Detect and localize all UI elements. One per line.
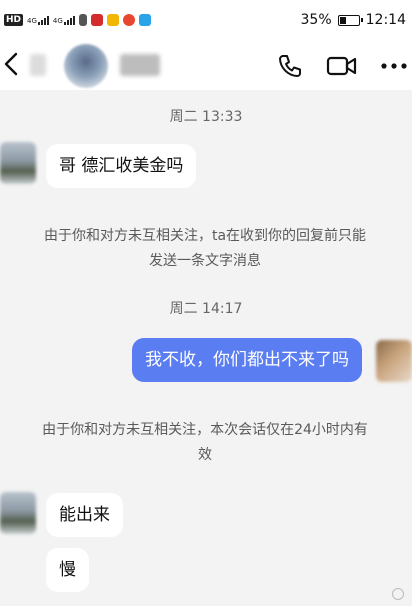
hd-badge: HD xyxy=(4,14,24,26)
blurred-element xyxy=(30,54,46,76)
phone-icon xyxy=(279,55,301,77)
more-dots-icon xyxy=(381,63,407,69)
weibo-icon xyxy=(122,14,135,26)
status-right: 35% 12:14 xyxy=(301,10,406,30)
chat-area[interactable]: 周二 13:33 哥 德汇收美金吗 由于你和对方未互相关注，ta在收到你的回复前… xyxy=(0,90,412,606)
my-avatar[interactable] xyxy=(376,340,412,382)
message-incoming[interactable]: 能出来 xyxy=(46,493,123,537)
back-button[interactable] xyxy=(2,50,28,80)
status-left-icons: HD 4G 4G xyxy=(4,10,151,30)
battery-icon xyxy=(337,14,363,26)
app-notification-icon-3 xyxy=(138,14,151,26)
signal-icon-2: 4G xyxy=(52,15,75,25)
timestamp: 周二 13:33 xyxy=(169,109,243,125)
video-camera-icon xyxy=(326,56,357,76)
message-incoming[interactable]: 哥 德汇收美金吗 xyxy=(46,144,197,188)
system-notice: 由于你和对方未互相关注，本次会话仅在24小时内有效 xyxy=(42,422,368,463)
voice-call-button[interactable] xyxy=(276,52,304,80)
app-notification-icon-2 xyxy=(106,14,119,26)
message-incoming[interactable]: 慢 xyxy=(46,548,89,592)
battery-fill xyxy=(339,16,346,24)
watermark-icon xyxy=(392,588,404,600)
system-notice: 由于你和对方未互相关注，ta在收到你的回复前只能发送一条文字消息 xyxy=(43,228,367,269)
chevron-left-icon xyxy=(4,52,18,76)
network-type-2: 4G xyxy=(52,16,63,25)
sender-avatar[interactable] xyxy=(0,492,36,534)
alert-icon xyxy=(78,14,87,26)
more-options-button[interactable] xyxy=(380,52,408,80)
app-notification-icon xyxy=(90,14,103,26)
battery-percent: 35% xyxy=(300,12,332,28)
header-actions xyxy=(276,52,408,80)
timestamp: 周二 14:17 xyxy=(169,301,243,317)
video-call-button[interactable] xyxy=(326,52,358,80)
status-bar: HD 4G 4G 35% 12:14 xyxy=(0,0,412,40)
message-outgoing[interactable]: 我不收，你们都出不来了吗 xyxy=(132,338,362,382)
clock: 12:14 xyxy=(365,12,406,28)
chat-header xyxy=(0,40,412,90)
network-type-1: 4G xyxy=(27,16,37,25)
watermark xyxy=(392,588,404,600)
contact-avatar[interactable] xyxy=(64,44,108,88)
sender-avatar[interactable] xyxy=(0,142,36,184)
contact-name[interactable] xyxy=(120,54,160,76)
signal-icon: 4G xyxy=(27,15,49,25)
